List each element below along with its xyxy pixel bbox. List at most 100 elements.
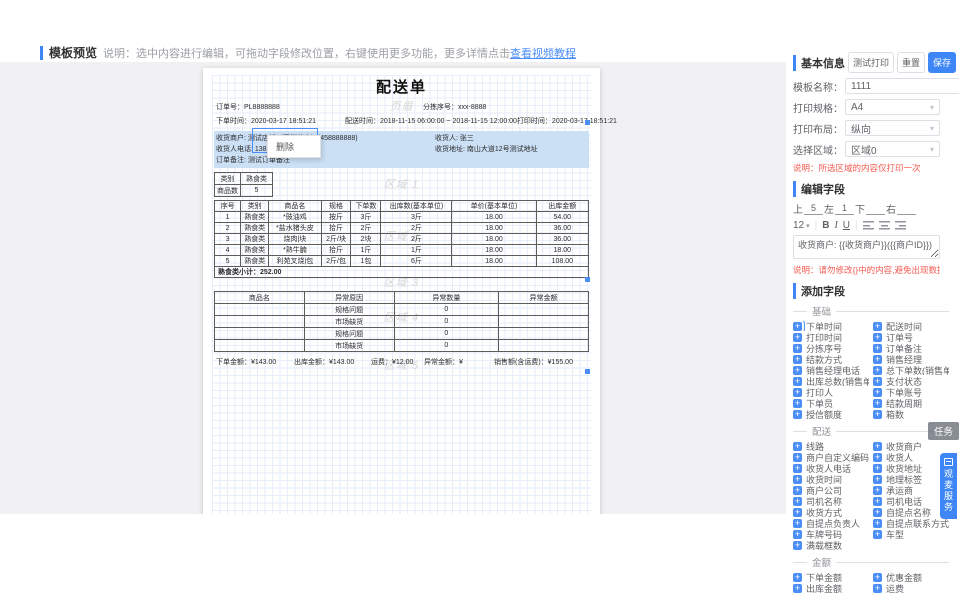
add-field-item[interactable]: 结款周期 bbox=[873, 398, 949, 408]
add-field-item[interactable]: 销售经理 bbox=[873, 354, 949, 364]
add-field-item[interactable]: 车牌号码 bbox=[793, 529, 869, 539]
region-resize-handle[interactable] bbox=[585, 369, 590, 374]
video-tutorial-link[interactable]: 查看视频教程 bbox=[510, 48, 576, 60]
plus-icon[interactable] bbox=[793, 519, 802, 528]
add-field-item[interactable]: 打印时间 bbox=[793, 332, 869, 342]
add-field-item[interactable]: 支付状态 bbox=[873, 376, 949, 386]
plus-icon[interactable] bbox=[873, 486, 882, 495]
plus-icon[interactable] bbox=[873, 442, 882, 451]
service-tab[interactable]: 观麦服务 bbox=[940, 453, 957, 519]
delivery-print-time-field[interactable]: 配送时间：2018-11-15 06:00:00 ~ 2018-11-15 12… bbox=[345, 116, 617, 126]
receiver-field[interactable]: 收货人: 张三 bbox=[435, 133, 474, 143]
plus-icon[interactable] bbox=[873, 410, 882, 419]
margin-left-input[interactable]: 1 bbox=[835, 203, 854, 215]
plus-icon[interactable] bbox=[793, 573, 802, 582]
align-left-icon[interactable] bbox=[863, 221, 874, 230]
order-items-table[interactable]: 序号类别商品名规格下单数出库数(基本单位)单价(基本单位)出库金额1熟食类*豉油… bbox=[214, 200, 589, 278]
add-field-item[interactable]: 箱数 bbox=[873, 409, 949, 419]
document-page[interactable]: 页眉 区域 0 区域 1 区域 2 区域 3 区域 4 区域 5 配送单 订单号… bbox=[203, 68, 600, 514]
print-time-field[interactable]: 打印时间：2020-03-17 18:51:21 bbox=[517, 118, 617, 125]
plus-icon[interactable] bbox=[793, 497, 802, 506]
margin-top-input[interactable]: 5 bbox=[804, 203, 823, 215]
plus-icon[interactable] bbox=[793, 355, 802, 364]
totals-row[interactable]: 下单金额：¥143.00 出库金额：¥143.00 运费：¥12.00 异常金额… bbox=[214, 357, 589, 367]
add-field-item[interactable]: 收货人电话 bbox=[793, 463, 869, 473]
test-print-button[interactable]: 测试打印 bbox=[848, 52, 894, 73]
plus-icon[interactable] bbox=[793, 475, 802, 484]
add-field-item[interactable]: 出库金额 bbox=[793, 583, 869, 593]
plus-icon[interactable] bbox=[793, 453, 802, 462]
add-field-item[interactable]: 结款方式 bbox=[793, 354, 869, 364]
plus-icon[interactable] bbox=[873, 573, 882, 582]
plus-icon[interactable] bbox=[873, 464, 882, 473]
plus-icon[interactable] bbox=[873, 584, 882, 593]
abnormal-items-table[interactable]: 商品名异常原因异常数量异常金额规格问题0市场缺货0规格问题0市场缺货0 bbox=[214, 291, 589, 352]
plus-icon[interactable] bbox=[793, 322, 802, 331]
add-field-item[interactable]: 运费 bbox=[873, 583, 949, 593]
add-field-item[interactable]: 自提点负责人 bbox=[793, 518, 869, 528]
plus-icon[interactable] bbox=[873, 475, 882, 484]
document-title[interactable]: 配送单 bbox=[214, 76, 589, 94]
plus-icon[interactable] bbox=[873, 519, 882, 528]
add-field-item[interactable]: 下单员 bbox=[793, 398, 869, 408]
region-resize-handle[interactable] bbox=[585, 277, 590, 282]
add-field-item[interactable]: 收货商户 bbox=[873, 441, 949, 451]
plus-icon[interactable] bbox=[793, 344, 802, 353]
plus-icon[interactable] bbox=[793, 442, 802, 451]
sorting-number-field[interactable]: 分拣序号：xxx-8888 bbox=[423, 102, 486, 112]
add-field-item[interactable]: 下单时间 bbox=[793, 321, 869, 331]
add-field-item[interactable]: 承运商 bbox=[873, 485, 949, 495]
plus-icon[interactable] bbox=[793, 486, 802, 495]
template-name-input[interactable] bbox=[845, 78, 959, 94]
add-field-item[interactable]: 自提点名称 bbox=[873, 507, 949, 517]
plus-icon[interactable] bbox=[873, 453, 882, 462]
plus-icon[interactable] bbox=[793, 388, 802, 397]
task-tab[interactable]: 任务 bbox=[928, 422, 959, 440]
bold-button[interactable]: B bbox=[822, 220, 829, 231]
plus-icon[interactable] bbox=[793, 541, 802, 550]
plus-icon[interactable] bbox=[793, 399, 802, 408]
order-time-field[interactable]: 下单时间：2020-03-17 18:51:21 bbox=[216, 116, 316, 126]
plus-icon[interactable] bbox=[873, 344, 882, 353]
add-field-item[interactable]: 总下单数(销售单位) bbox=[873, 365, 949, 375]
plus-icon[interactable] bbox=[793, 333, 802, 342]
add-field-item[interactable]: 商户自定义编码 bbox=[793, 452, 869, 462]
align-center-icon[interactable] bbox=[879, 221, 890, 230]
plus-icon[interactable] bbox=[873, 399, 882, 408]
add-field-item[interactable]: 分拣序号 bbox=[793, 343, 869, 353]
plus-icon[interactable] bbox=[793, 508, 802, 517]
plus-icon[interactable] bbox=[873, 497, 882, 506]
plus-icon[interactable] bbox=[873, 322, 882, 331]
delivery-time-field[interactable]: 配送时间：2018-11-15 06:00:00 ~ 2018-11-15 12… bbox=[345, 118, 517, 125]
margin-right-input[interactable] bbox=[897, 203, 916, 215]
category-summary-table[interactable]: 类别熟食类商品数5 bbox=[214, 172, 273, 197]
print-spec-select[interactable]: A4 bbox=[845, 99, 940, 115]
add-field-item[interactable]: 收货时间 bbox=[793, 474, 869, 484]
plus-icon[interactable] bbox=[873, 530, 882, 539]
region-resize-handle[interactable] bbox=[585, 120, 590, 125]
plus-icon[interactable] bbox=[873, 388, 882, 397]
plus-icon[interactable] bbox=[793, 377, 802, 386]
order-number-field[interactable]: 订单号：PL8888888 bbox=[216, 102, 280, 112]
add-field-item[interactable]: 车型 bbox=[873, 529, 949, 539]
add-field-item[interactable]: 订单备注 bbox=[873, 343, 949, 353]
italic-button[interactable]: I bbox=[834, 220, 837, 231]
add-field-item[interactable]: 司机电话 bbox=[873, 496, 949, 506]
add-field-item[interactable]: 打印人 bbox=[793, 387, 869, 397]
margin-bottom-input[interactable] bbox=[866, 203, 885, 215]
underline-button[interactable]: U bbox=[843, 220, 850, 231]
context-menu-delete[interactable]: 删除 bbox=[268, 136, 320, 157]
add-field-item[interactable]: 司机名称 bbox=[793, 496, 869, 506]
receiver-address-field[interactable]: 收货地址: 南山大道12号测试地址 bbox=[435, 144, 538, 154]
add-field-item[interactable]: 下单账号 bbox=[873, 387, 949, 397]
select-region-select[interactable]: 区域0 bbox=[845, 141, 940, 157]
plus-icon[interactable] bbox=[793, 464, 802, 473]
plus-icon[interactable] bbox=[793, 410, 802, 419]
plus-icon[interactable] bbox=[793, 584, 802, 593]
add-field-item[interactable]: 商户公司 bbox=[793, 485, 869, 495]
field-edit-textarea[interactable]: 收货商户: {{收货商户}}({{商户ID}}) bbox=[793, 235, 940, 259]
add-field-item[interactable]: 配送时间 bbox=[873, 321, 949, 331]
plus-icon[interactable] bbox=[873, 508, 882, 517]
font-size-select[interactable]: 12 bbox=[793, 220, 810, 231]
save-button[interactable]: 保存 bbox=[928, 52, 956, 73]
